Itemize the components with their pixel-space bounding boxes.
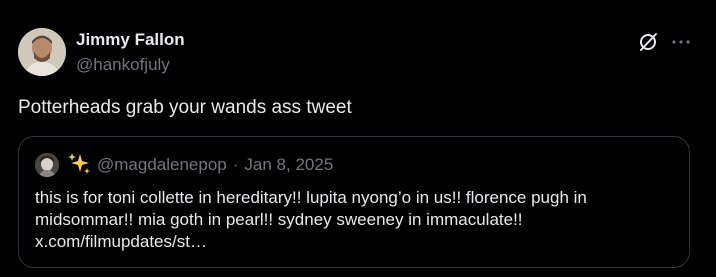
quoted-text-line: this is for toni collette in hereditary!… (35, 188, 587, 207)
grok-icon[interactable] (637, 31, 659, 53)
avatar-photo-icon (18, 28, 66, 76)
quoted-avatar-photo-icon (35, 153, 59, 177)
quoted-text: this is for toni collette in hereditary!… (35, 187, 675, 253)
quoted-handle[interactable]: @magdalenepop (97, 155, 227, 174)
meta-separator: · (232, 155, 239, 174)
quoted-tweet-card[interactable]: @magdalenepop · Jan 8, 2025 this is for to… (18, 136, 690, 268)
quoted-text-line: midsommar!! mia goth in pearl!! sydney s… (35, 210, 523, 229)
author-avatar[interactable] (18, 28, 66, 76)
quoted-link[interactable]: x.com/filmupdates/st… (35, 231, 675, 253)
tweet-text: Potterheads grab your wands ass tweet (18, 97, 352, 118)
quoted-author-avatar[interactable] (35, 153, 59, 177)
more-options-icon[interactable] (670, 31, 692, 53)
author-handle[interactable]: @hankofjuly (76, 55, 170, 75)
tweet: Jimmy Fallon @hankofjuly Potterheads gra… (0, 0, 716, 277)
quoted-meta: @magdalenepop · Jan 8, 2025 (97, 155, 333, 175)
sparkle-emoji (67, 151, 91, 175)
author-display-name[interactable]: Jimmy Fallon (76, 30, 185, 50)
quoted-date[interactable]: Jan 8, 2025 (244, 155, 333, 174)
